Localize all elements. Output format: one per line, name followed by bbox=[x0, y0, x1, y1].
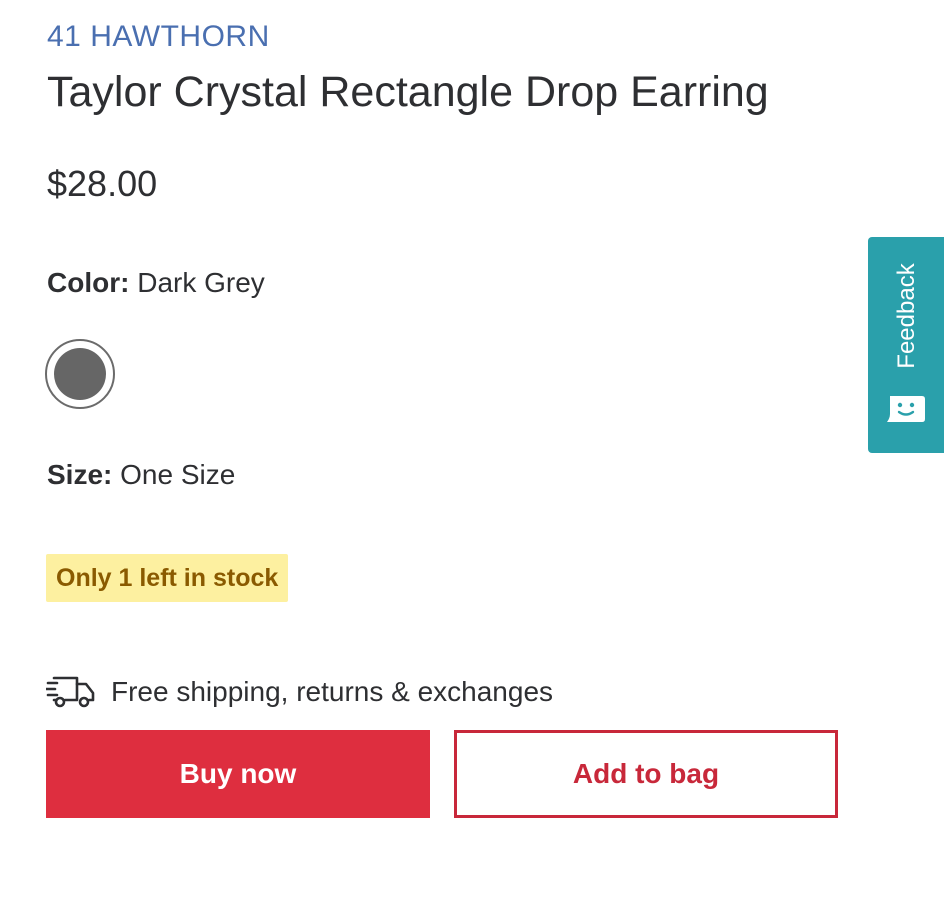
buy-now-button[interactable]: Buy now bbox=[46, 730, 430, 818]
size-label: Size: bbox=[47, 459, 113, 490]
shipping-info: Free shipping, returns & exchanges bbox=[46, 670, 553, 714]
feedback-tab[interactable]: Feedback bbox=[868, 237, 944, 453]
truck-icon bbox=[46, 676, 95, 708]
size-value: One Size bbox=[120, 459, 236, 490]
add-to-bag-button[interactable]: Add to bag bbox=[454, 730, 838, 818]
chat-smiley-icon bbox=[887, 396, 925, 422]
product-price: $28.00 bbox=[47, 163, 158, 204]
brand-link[interactable]: 41 HAWTHORN bbox=[47, 20, 270, 54]
stock-badge: Only 1 left in stock bbox=[46, 554, 289, 602]
size-option-row: Size: One Size bbox=[47, 459, 235, 491]
color-swatch-fill bbox=[54, 348, 106, 400]
product-title: Taylor Crystal Rectangle Drop Earring bbox=[47, 68, 769, 116]
color-option-row: Color: Dark Grey bbox=[47, 267, 265, 299]
color-label: Color: bbox=[47, 267, 130, 298]
shipping-text: Free shipping, returns & exchanges bbox=[111, 676, 554, 707]
color-value: Dark Grey bbox=[137, 267, 265, 298]
color-swatch-dark-grey[interactable] bbox=[45, 339, 115, 409]
feedback-label: Feedback bbox=[893, 263, 920, 369]
